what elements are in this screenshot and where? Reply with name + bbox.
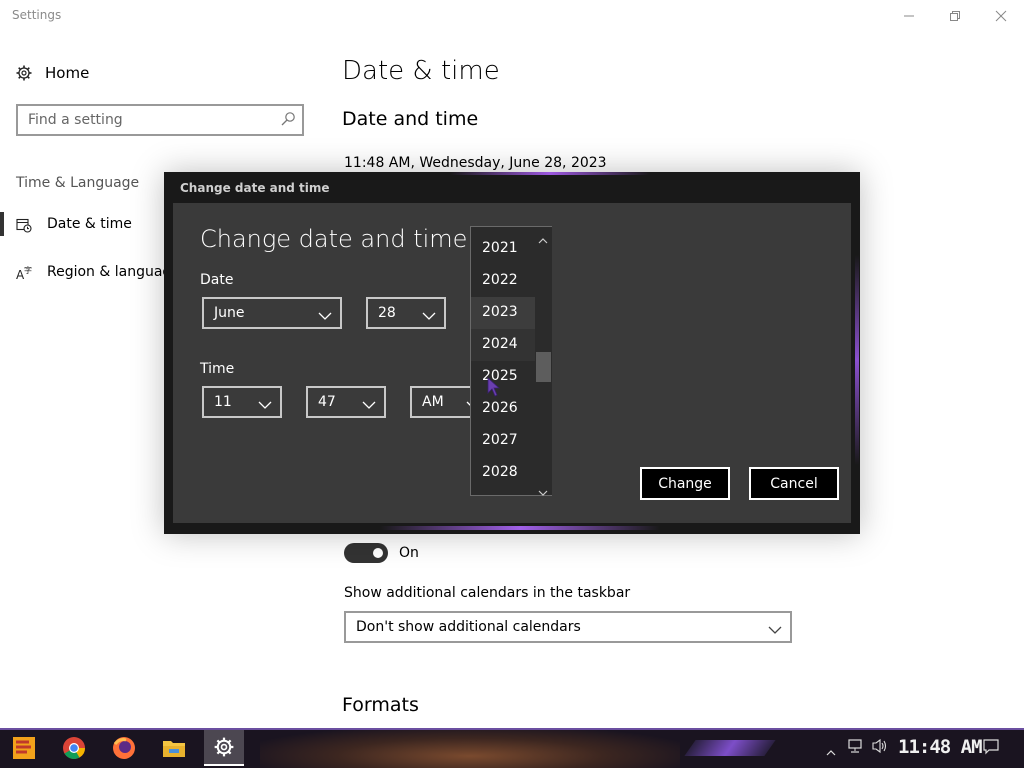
time-label: Time xyxy=(200,361,235,377)
volume-icon[interactable] xyxy=(871,738,889,758)
calendars-dropdown[interactable]: Don't show additional calendars xyxy=(344,611,792,643)
chrome-button[interactable] xyxy=(58,732,90,764)
firefox-button[interactable] xyxy=(108,732,140,764)
year-option-label: 2024 xyxy=(482,336,518,352)
folder-icon xyxy=(163,741,185,757)
search-box[interactable] xyxy=(16,104,304,136)
chrome-icon xyxy=(63,737,85,759)
gear-icon xyxy=(214,737,234,757)
year-option-label: 2026 xyxy=(482,400,518,416)
year-option[interactable]: 2027 xyxy=(471,425,535,457)
scroll-up-icon[interactable] xyxy=(538,230,548,249)
sidebar-item-date-time[interactable]: Date & time xyxy=(0,210,175,240)
mouse-cursor-icon xyxy=(487,377,501,401)
dialog-accent xyxy=(855,255,859,465)
toggle-knob xyxy=(373,548,383,558)
svg-text:字: 字 xyxy=(24,265,32,275)
selection-indicator xyxy=(0,212,4,236)
month-value: June xyxy=(214,305,245,321)
change-button[interactable]: Change xyxy=(640,467,730,500)
day-value: 28 xyxy=(378,305,396,321)
minimize-icon xyxy=(904,15,914,17)
ampm-value: AM xyxy=(422,394,444,410)
language-icon: A字 xyxy=(16,265,32,285)
firefox-icon xyxy=(113,737,135,759)
scrollbar-thumb[interactable] xyxy=(536,352,551,382)
taskbar-wallpaper xyxy=(260,728,680,768)
chevron-down-icon xyxy=(422,307,436,326)
section-heading: Date and time xyxy=(342,108,479,130)
start-button[interactable] xyxy=(8,732,40,764)
restore-button[interactable] xyxy=(932,0,978,32)
chevron-down-icon xyxy=(318,307,332,326)
year-option[interactable]: 2025 xyxy=(471,361,535,393)
restore-icon xyxy=(950,11,960,21)
settings-button[interactable] xyxy=(204,730,244,766)
calendars-value: Don't show additional calendars xyxy=(356,619,581,635)
taskbar: 11:48 AM xyxy=(0,728,1024,768)
page-title: Date & time xyxy=(342,56,500,86)
year-option-label: 2021 xyxy=(482,240,518,256)
minute-dropdown[interactable]: 47 xyxy=(306,386,386,418)
year-option[interactable]: 2022 xyxy=(471,265,535,297)
year-option-label: 2028 xyxy=(482,464,518,480)
calendar-clock-icon xyxy=(16,217,32,237)
day-dropdown[interactable]: 28 xyxy=(366,297,446,329)
scroll-down-icon[interactable] xyxy=(538,482,548,501)
year-option-hovered[interactable]: 2024 xyxy=(471,329,535,361)
year-option-label: 2022 xyxy=(482,272,518,288)
chevron-down-icon xyxy=(362,396,376,415)
home-label: Home xyxy=(45,64,90,82)
year-option-label: 2027 xyxy=(482,432,518,448)
date-label: Date xyxy=(200,272,234,288)
current-datetime: 11:48 AM, Wednesday, June 28, 2023 xyxy=(344,155,607,171)
window-title: Settings xyxy=(12,8,62,22)
year-option[interactable]: 2026 xyxy=(471,393,535,425)
dialog-accent xyxy=(380,526,660,530)
hour-value: 11 xyxy=(214,394,232,410)
formats-heading: Formats xyxy=(342,694,419,716)
search-icon[interactable] xyxy=(280,111,296,131)
search-input[interactable] xyxy=(28,110,278,130)
chevron-down-icon xyxy=(258,396,272,415)
close-button[interactable] xyxy=(978,0,1024,32)
year-option[interactable]: 2028 xyxy=(471,457,535,489)
chevron-down-icon xyxy=(768,621,782,640)
minimize-button[interactable] xyxy=(886,0,932,32)
taskbar-accent xyxy=(0,728,1024,730)
sidebar-item-region[interactable]: A字 Region & language xyxy=(0,258,180,288)
calendars-label: Show additional calendars in the taskbar xyxy=(344,585,631,601)
year-list[interactable]: 2021 2022 2023 2024 2025 2026 2027 2028 xyxy=(470,226,552,496)
hour-dropdown[interactable]: 11 xyxy=(202,386,282,418)
minute-value: 47 xyxy=(318,394,336,410)
network-icon[interactable] xyxy=(847,738,865,758)
close-icon xyxy=(995,10,1007,22)
show-hidden-icons-icon[interactable] xyxy=(826,742,836,761)
dialog-heading: Change date and time xyxy=(200,225,468,253)
title-bar: Settings xyxy=(0,0,1024,32)
section-label: Time & Language xyxy=(16,175,140,191)
month-dropdown[interactable]: June xyxy=(202,297,342,329)
notifications-icon[interactable] xyxy=(982,738,1000,760)
toggle-state-label: On xyxy=(399,545,419,561)
cancel-button[interactable]: Cancel xyxy=(749,467,839,500)
dialog-caption: Change date and time xyxy=(180,181,330,195)
sidebar-item-label: Region & language xyxy=(47,264,180,280)
sidebar-item-label: Date & time xyxy=(47,216,132,232)
taskbar-clock[interactable]: 11:48 AM xyxy=(898,736,983,758)
dialog-accent xyxy=(450,172,650,175)
year-option[interactable]: 2021 xyxy=(471,233,535,265)
home-nav-item[interactable]: Home xyxy=(16,60,216,86)
year-option-selected[interactable]: 2023 xyxy=(471,297,535,329)
gear-icon xyxy=(16,65,32,81)
start-icon xyxy=(13,737,35,759)
year-option-label: 2023 xyxy=(482,304,518,320)
taskbar-accent xyxy=(684,740,776,756)
toggle-switch[interactable] xyxy=(344,543,388,563)
file-explorer-button[interactable] xyxy=(158,732,190,764)
